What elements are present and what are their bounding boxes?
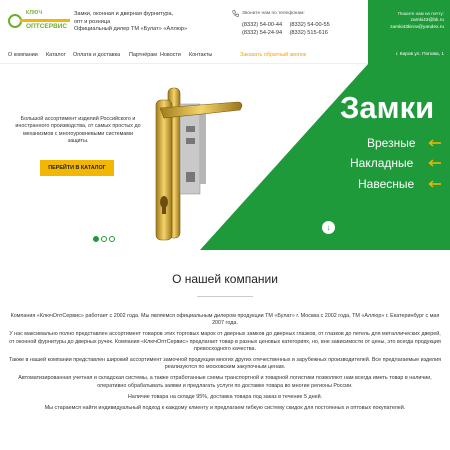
address: г. Киров ул. Попова, 1 xyxy=(368,48,450,64)
hero-category-mortise[interactable]: Врезные xyxy=(367,136,416,150)
about-paragraph: Компания «КлючОптСервис» работает с 2002… xyxy=(10,313,440,327)
about-paragraph: Также в нашей компании представлен широк… xyxy=(8,357,442,371)
about-paragraph: Автоматизированная учетная и складская с… xyxy=(18,375,432,389)
catalog-button[interactable]: ПЕРЕЙТИ В КАТАЛОГ xyxy=(40,160,114,176)
phone-link[interactable]: (8332) 54-24-94 xyxy=(242,29,288,37)
divider xyxy=(197,296,253,297)
phone-link[interactable]: (8332) 515-616 xyxy=(290,29,336,37)
about-paragraph: Наличие товара на складе 95%, доставка т… xyxy=(127,393,323,400)
door-handle-image xyxy=(155,87,243,241)
slider-dot[interactable] xyxy=(109,236,115,242)
phone-link[interactable]: (8332) 54-00-55 xyxy=(290,21,336,29)
nav-item-contacts[interactable]: Контакты xyxy=(189,52,212,58)
email-link[interactable]: zamki43kirov@yandex.ru xyxy=(368,24,444,31)
arrow-left-icon xyxy=(428,139,441,147)
scroll-down-icon[interactable]: ↓ xyxy=(322,221,335,234)
tagline: Замки, оконная и дверная фурнитура, опт … xyxy=(74,11,194,34)
phones-label: Звоните нам по телефонам: xyxy=(242,11,305,16)
phone-link[interactable]: (8332) 54-00-44 xyxy=(242,21,288,29)
logo-bar xyxy=(20,19,70,22)
phones-block: (8332) 54-00-44 (8332) 54-00-55 (8332) 5… xyxy=(242,21,362,37)
nav-item-payment[interactable]: Оплата и доставка xyxy=(73,52,120,58)
email-box: Пишите нам на почту: zamki43@bk.ru zamki… xyxy=(368,0,450,48)
about-paragraph: Мы стараемся найти индивидуальный подход… xyxy=(44,405,406,412)
hero-category-padlock[interactable]: Навесные xyxy=(358,177,414,191)
main-nav: О компании Каталог Оплата и доставка Пар… xyxy=(0,48,450,64)
email-label: Пишите нам на почту: xyxy=(397,11,444,16)
phone-icon xyxy=(232,10,239,17)
logo-line1: КЛЮЧ xyxy=(26,10,43,16)
about-text: Компания «КлючОптСервис» работает с 2002… xyxy=(8,313,442,416)
slider-dot[interactable] xyxy=(101,236,107,242)
site-header: КЛЮЧ ОПТСЕРВИС Замки, оконная и дверная … xyxy=(0,0,450,48)
about-title: О нашей компании xyxy=(172,272,278,286)
hero-category-rim[interactable]: Накладные xyxy=(350,156,413,170)
callback-link[interactable]: Заказать обратный звонок xyxy=(240,52,306,58)
hero-slider: Большой ассортимент изделий Российского … xyxy=(0,64,450,250)
hero-title: Замки xyxy=(340,90,435,125)
logo[interactable]: КЛЮЧ ОПТСЕРВИС xyxy=(8,10,70,34)
arrow-left-icon xyxy=(428,159,441,167)
nav-item-catalog[interactable]: Каталог xyxy=(46,52,66,58)
about-paragraph: У нас максимально полно представлен ассо… xyxy=(9,331,441,352)
nav-item-partners[interactable]: Партнёрам xyxy=(129,52,157,58)
tagline-line: Замки, оконная и дверная фурнитура, xyxy=(74,11,174,17)
tagline-line: Официальный дилер ТМ «Булат» «Аллюр» xyxy=(74,26,188,33)
logo-line2: ОПТСЕРВИС xyxy=(26,23,68,30)
nav-item-about[interactable]: О компании xyxy=(8,52,38,58)
hero-description: Большой ассортимент изделий Российского … xyxy=(15,116,141,145)
arrow-left-icon xyxy=(428,180,441,188)
slider-dots xyxy=(93,229,117,247)
nav-item-news[interactable]: Новости xyxy=(160,52,181,58)
email-link[interactable]: zamki43@bk.ru xyxy=(368,17,444,24)
slider-dot[interactable] xyxy=(93,236,99,242)
